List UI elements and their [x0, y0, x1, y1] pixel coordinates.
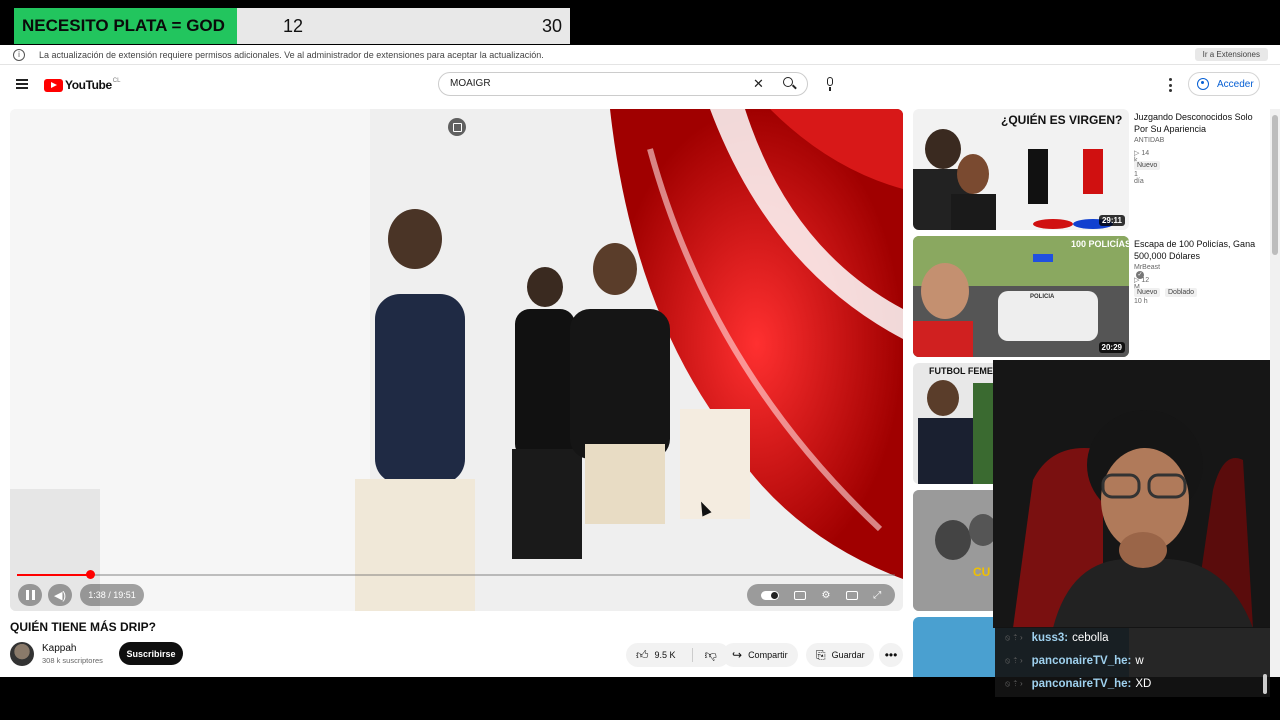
extension-infobar: i La actualización de extensión requiere…	[0, 45, 1280, 65]
youtube-logo[interactable]: YouTube CL	[44, 78, 120, 92]
car-label: POLICIA	[1030, 294, 1055, 300]
search-icon[interactable]	[779, 75, 801, 93]
region-code: CL	[112, 78, 121, 84]
poll-overlay: NECESITO PLATA = GOD 12 30	[14, 8, 570, 44]
like-icon[interactable]: 👍︎	[636, 648, 649, 663]
thumbnail-caption: ¿QUIÉN ES VIRGEN?	[1001, 113, 1123, 127]
share-button[interactable]: ↪ Compartir	[722, 643, 798, 667]
settings-gear-icon[interactable]: ⚙	[822, 590, 831, 601]
progress-scrubber[interactable]	[85, 570, 95, 579]
thumbnail-caption: FUTBOL FEME	[929, 366, 993, 376]
poll-question: NECESITO PLATA = GOD	[14, 8, 237, 44]
player-right-controls: ⚙ ⤢	[747, 584, 895, 606]
user-icon	[1197, 78, 1209, 90]
volume-icon[interactable]: ◀)	[48, 584, 72, 606]
chat-scrollbar[interactable]	[1263, 674, 1267, 694]
stream-screen: NECESITO PLATA = GOD 12 30 i La actualiz…	[0, 0, 1280, 720]
chat-message: ⦸⇡› panconaireTV_he: XD	[1005, 673, 1151, 695]
fullscreen-icon[interactable]: ⤢	[873, 590, 881, 601]
progress-fill	[17, 574, 90, 576]
channel-name[interactable]: Kappah	[42, 643, 76, 654]
save-button[interactable]: ⎘ Guardar	[806, 643, 874, 667]
settings-menu-icon[interactable]	[1169, 78, 1173, 92]
add-to-queue-icon[interactable]	[448, 118, 466, 136]
moderation-icons[interactable]: ⦸⇡›	[1005, 656, 1026, 666]
chat-text: w	[1135, 655, 1144, 667]
more-actions-button[interactable]: •••	[879, 643, 903, 667]
menu-icon[interactable]	[16, 79, 28, 89]
clear-search-icon[interactable]: ✕	[753, 76, 764, 92]
video-frame	[10, 109, 903, 611]
thumbnail-caption: 100 POLICÍAS	[1071, 239, 1129, 249]
channel-label: MrBeast	[1134, 264, 1161, 271]
microphone-icon[interactable]	[824, 77, 836, 93]
autoplay-toggle[interactable]	[760, 590, 779, 600]
video-player[interactable]: ◀) 1:38 / 19:51 ⚙ ⤢	[10, 109, 903, 611]
recommendation-channel[interactable]: ANTIDAB	[1134, 137, 1164, 144]
chat-username[interactable]: panconaireTV_he:	[1032, 678, 1132, 690]
dislike-icon[interactable]: 👎︎	[705, 648, 717, 663]
chat-username[interactable]: panconaireTV_he:	[1032, 655, 1132, 667]
chat-text: cebolla	[1072, 632, 1109, 644]
youtube-play-icon	[44, 78, 63, 92]
subtitles-icon[interactable]	[794, 590, 807, 600]
duration-badge: 29:11	[1098, 215, 1125, 226]
save-label: Guardar	[831, 650, 865, 660]
chat-message: ⦸⇡› panconaireTV_he: w	[1005, 650, 1144, 672]
sign-in-button[interactable]: Acceder	[1188, 72, 1260, 96]
stream-chat: ⦸⇡› kuss3: cebolla ⦸⇡› panconaireTV_he: …	[995, 627, 1270, 697]
page-scrollbar[interactable]	[1270, 109, 1280, 677]
chat-message: ⦸⇡› kuss3: cebolla	[1005, 627, 1109, 649]
search-input[interactable]: MOAIGR	[450, 78, 491, 89]
youtube-header: YouTube CL MOAIGR ✕ Acceder	[0, 67, 1270, 103]
logo-text: YouTube	[65, 78, 112, 92]
video-thumbnail[interactable]: ¿QUIÉN ES VIRGEN? 29:11	[913, 109, 1129, 230]
recommendation-title[interactable]: Juzgando Desconocidos Solo Por Su Aparie…	[1134, 111, 1262, 135]
go-to-extensions-button[interactable]: Ir a Extensiones	[1194, 48, 1268, 61]
time-display: 1:38 / 19:51	[80, 584, 144, 606]
theater-mode-icon[interactable]	[845, 590, 858, 600]
poll-count-a: 12	[283, 16, 304, 36]
moderation-icons[interactable]: ⦸⇡›	[1005, 679, 1026, 689]
chat-text: XD	[1135, 678, 1152, 690]
webcam-overlay	[993, 360, 1270, 628]
sign-in-label: Acceder	[1217, 78, 1254, 90]
chat-username[interactable]: kuss3:	[1032, 632, 1068, 644]
video-thumbnail[interactable]: 100 POLICÍAS POLICIA 20:29	[913, 236, 1129, 357]
bookmark-icon: ⎘	[816, 647, 826, 662]
thumbnail-caption: CU	[973, 565, 991, 579]
share-icon: ↪	[732, 648, 743, 662]
video-title: QUIÉN TIENE MÁS DRIP?	[10, 620, 157, 634]
duration-badge: 20:29	[1098, 342, 1125, 353]
subscriber-count: 308 k suscriptores	[42, 656, 103, 665]
new-badge: Nuevo	[1134, 161, 1161, 170]
recommendation-title[interactable]: Escapa de 100 Policías, Gana 500,000 Dól…	[1134, 238, 1262, 262]
pause-button[interactable]	[18, 584, 42, 606]
avatar[interactable]	[10, 642, 34, 666]
scrollbar-thumb[interactable]	[1272, 115, 1278, 255]
subscribe-button[interactable]: Suscribirse	[119, 642, 183, 665]
like-count[interactable]: 9.5 K	[655, 650, 676, 660]
share-label: Compartir	[748, 650, 788, 660]
search-box[interactable]: MOAIGR ✕	[438, 72, 808, 96]
infobar-message: La actualización de extensión requiere p…	[39, 49, 544, 60]
new-badge: Nuevo	[1134, 288, 1161, 297]
like-dislike-group: 👍︎ 9.5 K 👎︎	[626, 643, 730, 667]
info-icon: i	[13, 48, 25, 61]
moderation-icons[interactable]: ⦸⇡›	[1005, 633, 1026, 643]
dubbed-badge: Doblado	[1165, 288, 1198, 297]
poll-count-b: 30	[541, 16, 562, 36]
progress-bar[interactable]	[17, 570, 895, 579]
